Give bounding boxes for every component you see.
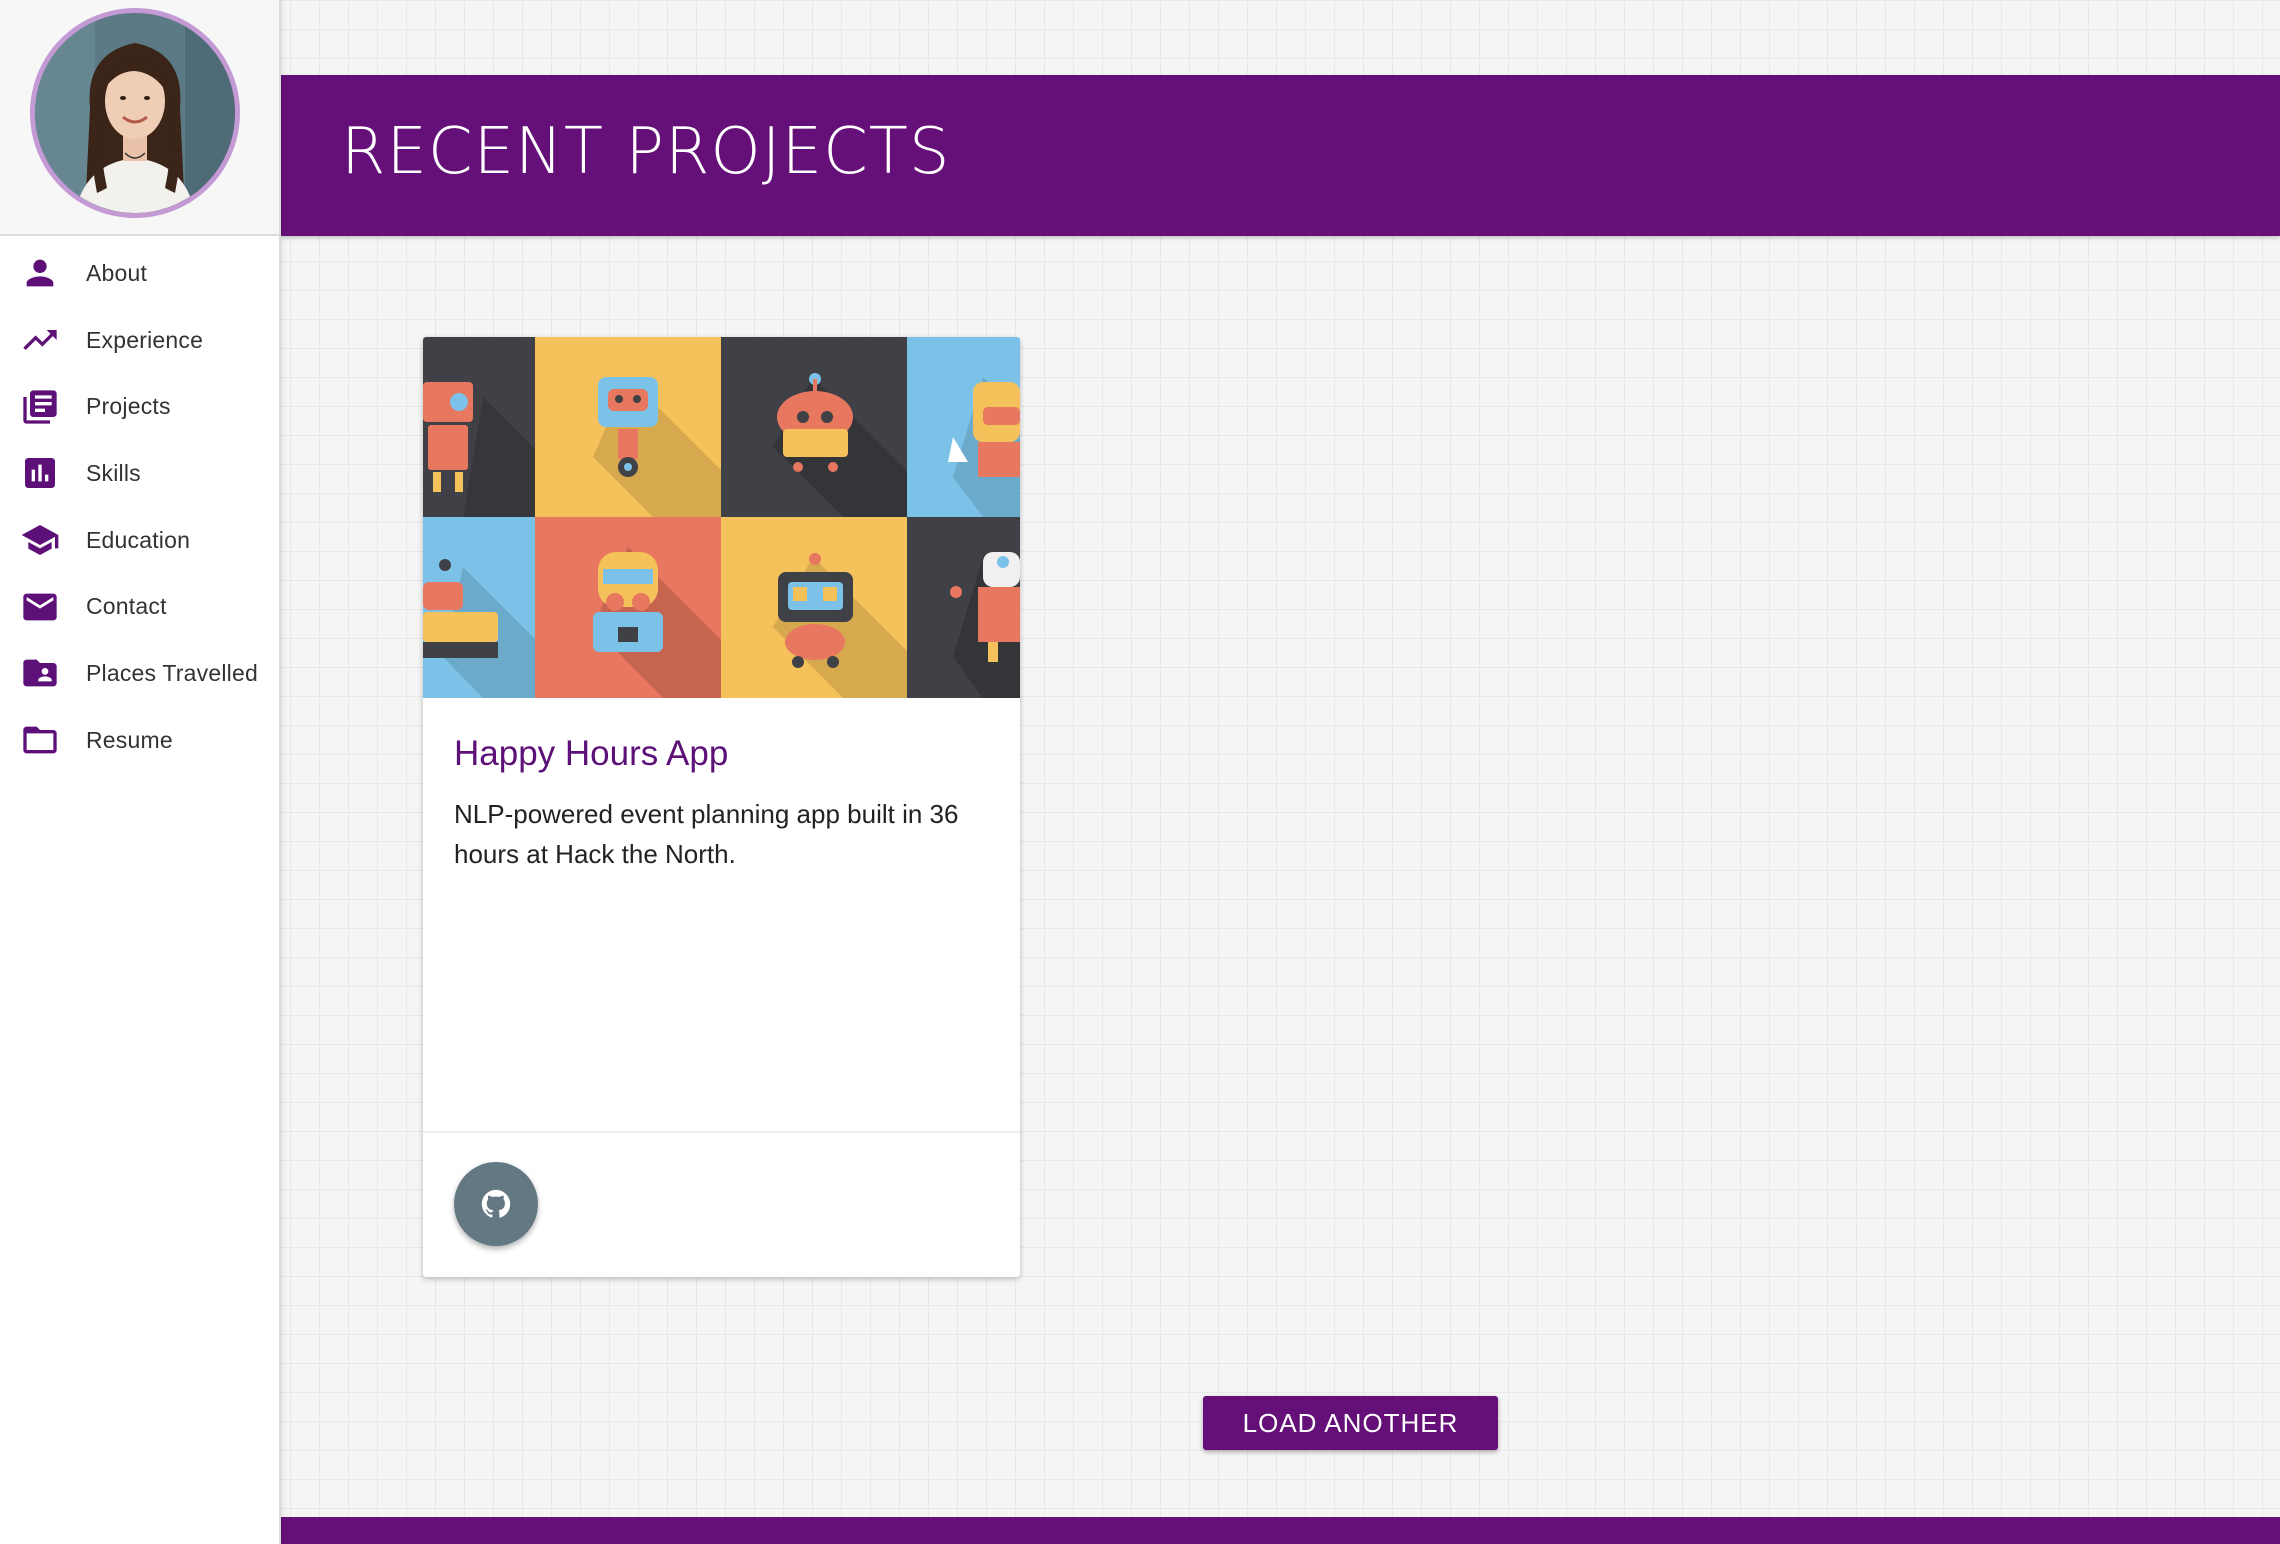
- avatar: [30, 8, 240, 218]
- page-title: RECENT PROJECTS: [341, 115, 951, 189]
- sidebar-item-skills[interactable]: Skills: [0, 440, 279, 507]
- sidebar-item-about[interactable]: About: [0, 240, 279, 307]
- card-divider: [423, 1131, 1020, 1133]
- mail-icon: [20, 587, 60, 627]
- bar-chart-icon: [20, 453, 60, 493]
- footer-bar: [281, 1517, 2280, 1544]
- sidebar-item-label: Education: [86, 526, 191, 553]
- sidebar-item-label: Resume: [86, 726, 173, 753]
- project-title: Happy Hours App: [454, 734, 729, 773]
- sidebar-item-label: Skills: [86, 459, 141, 486]
- trending-up-icon: [20, 320, 60, 360]
- project-image: [423, 337, 1020, 698]
- sidebar-item-label: Places Travelled: [86, 659, 258, 686]
- folder-open-icon: [20, 720, 60, 760]
- person-icon: [20, 253, 60, 293]
- header-bar: RECENT PROJECTS: [281, 75, 2280, 236]
- sidebar-item-resume[interactable]: Resume: [0, 707, 279, 774]
- library-books-icon: [20, 387, 60, 427]
- sidebar-item-label: About: [86, 259, 148, 286]
- sidebar-item-contact[interactable]: Contact: [0, 573, 279, 640]
- load-another-button[interactable]: LOAD ANOTHER: [1203, 1396, 1498, 1450]
- sidebar-item-places-travelled[interactable]: Places Travelled: [0, 640, 279, 707]
- sidebar-nav: About Experience Projects Skills Educati…: [0, 236, 279, 774]
- profile-photo: [35, 13, 235, 213]
- sidebar-item-label: Projects: [86, 393, 171, 420]
- sidebar: About Experience Projects Skills Educati…: [0, 0, 281, 1544]
- github-icon: [481, 1189, 511, 1218]
- project-description: NLP-powered event planning app built in …: [454, 799, 959, 869]
- sidebar-item-education[interactable]: Education: [0, 507, 279, 574]
- folder-shared-icon: [20, 653, 60, 693]
- github-button[interactable]: [454, 1162, 538, 1246]
- sidebar-item-experience[interactable]: Experience: [0, 307, 279, 374]
- avatar-area: [0, 0, 279, 236]
- school-icon: [20, 520, 60, 560]
- sidebar-item-projects[interactable]: Projects: [0, 373, 279, 440]
- sidebar-item-label: Experience: [86, 326, 204, 353]
- project-card: Happy Hours App NLP-powered event planni…: [423, 337, 1020, 1277]
- sidebar-item-label: Contact: [86, 593, 167, 620]
